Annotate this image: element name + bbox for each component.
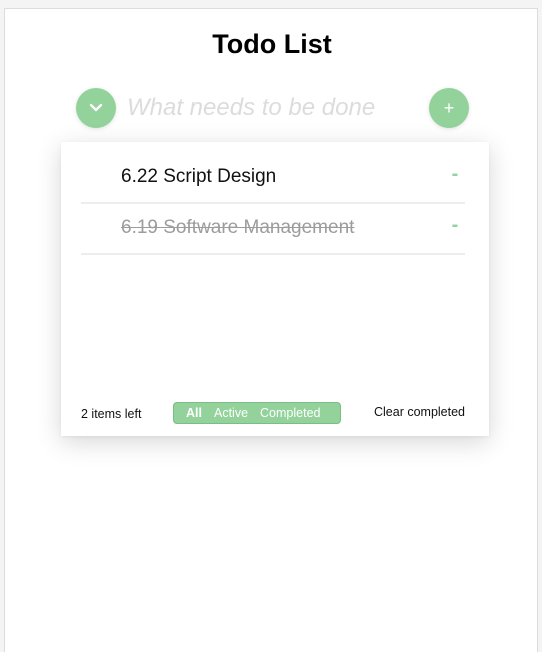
page-title: Todo List [212,29,332,59]
filter-completed[interactable]: Completed [254,406,326,420]
chevron-down-icon [89,103,103,113]
todo-label[interactable]: 6.19 Software Management [121,217,354,239]
filter-active[interactable]: Active [208,406,254,420]
remove-todo-button[interactable]: - [447,215,463,235]
remove-todo-button[interactable]: - [447,164,463,184]
todo-item[interactable]: 6.22 Script Design - [81,152,465,204]
new-todo-input[interactable] [125,89,419,127]
todo-label[interactable]: 6.22 Script Design [121,166,276,188]
filter-group: All Active Completed [173,402,341,424]
todo-card: 6.22 Script Design - 6.19 Software Manag… [61,142,489,436]
add-todo-button[interactable]: + [429,88,469,128]
app-window: Todo List + 6.22 Script Design - 6.19 So… [4,8,538,652]
items-left-count: 2 items left [81,407,142,421]
todo-item-completed[interactable]: 6.19 Software Management - [81,203,465,255]
toggle-all-button[interactable] [76,88,116,128]
todo-footer: 2 items left All Active Completed Clear … [81,402,465,428]
clear-completed-button[interactable]: Clear completed [374,405,465,419]
filter-all[interactable]: All [180,406,208,420]
plus-icon: + [443,98,455,118]
